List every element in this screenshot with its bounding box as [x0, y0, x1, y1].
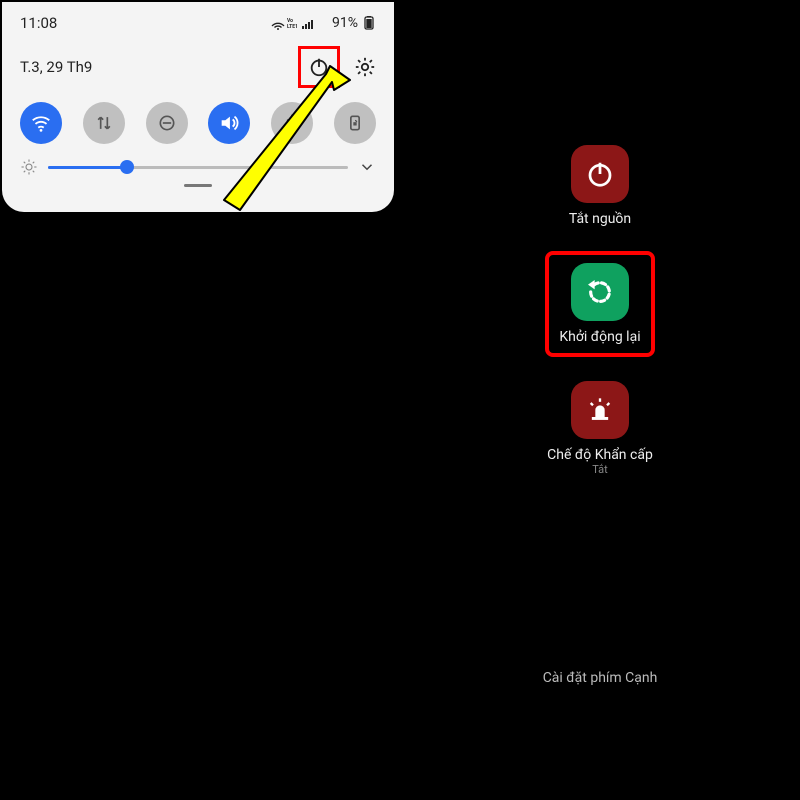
qs-dnd[interactable] [146, 102, 188, 144]
emergency-label: Chế độ Khẩn cấp [510, 447, 690, 463]
qs-data[interactable] [83, 102, 125, 144]
status-indicators: Vo LTE1 91% [268, 15, 376, 31]
battery-icon [362, 16, 376, 30]
power-off-label: Tắt nguồn [510, 211, 690, 227]
power-icon [308, 56, 330, 78]
emergency-sublabel: Tắt [510, 463, 690, 476]
gear-icon[interactable] [354, 56, 376, 78]
brightness-slider[interactable] [48, 160, 348, 174]
chevron-down-icon[interactable] [358, 158, 376, 176]
data-icon [94, 113, 114, 133]
edge-key-settings-link[interactable]: Cài đặt phím Cạnh [400, 670, 800, 686]
power-menu-restart[interactable]: Khởi động lại [545, 251, 654, 357]
emergency-icon [586, 396, 614, 424]
notification-panel: 11:08 Vo LTE1 91% [2, 2, 394, 212]
qs-bluetooth[interactable] [271, 102, 313, 144]
brightness-row [20, 158, 376, 176]
wifi-icon [30, 112, 52, 134]
qs-sound[interactable] [208, 102, 250, 144]
quick-settings-row [20, 102, 376, 144]
qs-wifi[interactable] [20, 102, 62, 144]
dnd-icon [157, 113, 177, 133]
bluetooth-icon [282, 113, 302, 133]
signal-icon: Vo LTE1 [268, 16, 328, 30]
power-icon [585, 159, 615, 189]
svg-text:LTE1: LTE1 [287, 24, 298, 30]
panel-power-button[interactable] [298, 46, 340, 88]
power-menu: Tắt nguồn Khởi động lại Chế độ Khẩn cấp [510, 145, 690, 500]
brightness-icon [20, 158, 38, 176]
qs-rotation-lock[interactable] [334, 102, 376, 144]
panel-drag-handle[interactable] [184, 184, 212, 187]
panel-date: T.3, 29 Th9 [20, 58, 92, 76]
sound-icon [218, 112, 240, 134]
power-menu-emergency[interactable]: Chế độ Khẩn cấp Tắt [510, 381, 690, 476]
restart-label: Khởi động lại [559, 329, 640, 345]
status-battery-text: 91% [332, 15, 358, 31]
status-bar: 11:08 Vo LTE1 91% [20, 14, 376, 32]
restart-icon [584, 276, 616, 308]
status-time: 11:08 [20, 14, 57, 32]
rotation-lock-icon [345, 113, 365, 133]
power-menu-power-off[interactable]: Tắt nguồn [510, 145, 690, 227]
